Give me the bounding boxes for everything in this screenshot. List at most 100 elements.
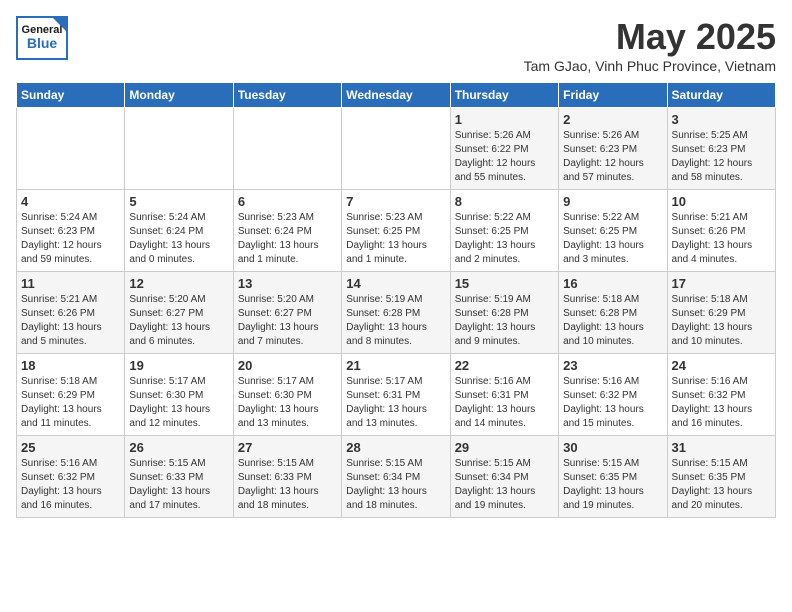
day-number: 11 [21, 276, 120, 291]
day-number: 26 [129, 440, 228, 455]
calendar-cell: 3Sunrise: 5:25 AM Sunset: 6:23 PM Daylig… [667, 108, 775, 190]
calendar-header-row: SundayMondayTuesdayWednesdayThursdayFrid… [17, 83, 776, 108]
day-info: Sunrise: 5:26 AM Sunset: 6:22 PM Dayligh… [455, 129, 554, 185]
calendar-cell: 21 Sunrise: 5:17 AM Sunset: 6:31 PM Dayli… [342, 354, 450, 436]
day-number: 4 [21, 194, 120, 209]
calendar-cell [125, 108, 233, 190]
calendar-cell: 17 Sunrise: 5:18 AM Sunset: 6:29 PM Dayli… [667, 272, 775, 354]
calendar-cell: 28 Sunrise: 5:15 AM Sunset: 6:34 PM Dayli… [342, 436, 450, 518]
calendar-cell: 19 Sunrise: 5:17 AM Sunset: 6:30 PM Dayli… [125, 354, 233, 436]
day-number: 14 [346, 276, 445, 291]
calendar-cell: 10 Sunrise: 5:21 AM Sunset: 6:26 PM Dayli… [667, 190, 775, 272]
calendar-cell: 13 Sunrise: 5:20 AM Sunset: 6:27 PM Dayli… [233, 272, 341, 354]
logo: General Blue [16, 16, 68, 60]
calendar-cell: 14 Sunrise: 5:19 AM Sunset: 6:28 PM Dayli… [342, 272, 450, 354]
calendar-cell: 4 Sunrise: 5:24 AM Sunset: 6:23 PM Daylig… [17, 190, 125, 272]
calendar-cell: 16Sunrise: 5:18 AM Sunset: 6:28 PM Dayli… [559, 272, 667, 354]
day-info: Sunrise: 5:24 AM Sunset: 6:23 PM Dayligh… [21, 211, 120, 267]
day-info: Sunrise: 5:16 AM Sunset: 6:32 PM Dayligh… [21, 457, 120, 513]
calendar-cell: 8 Sunrise: 5:22 AM Sunset: 6:25 PM Daylig… [450, 190, 558, 272]
day-info: Sunrise: 5:17 AM Sunset: 6:30 PM Dayligh… [129, 375, 228, 431]
calendar-cell: 27Sunrise: 5:15 AM Sunset: 6:33 PM Dayli… [233, 436, 341, 518]
calendar-week-3: 11 Sunrise: 5:21 AM Sunset: 6:26 PM Dayli… [17, 272, 776, 354]
day-info: Sunrise: 5:19 AM Sunset: 6:28 PM Dayligh… [346, 293, 445, 349]
day-info: Sunrise: 5:22 AM Sunset: 6:25 PM Dayligh… [455, 211, 554, 267]
day-number: 18 [21, 358, 120, 373]
calendar-cell: 31 Sunrise: 5:15 AM Sunset: 6:35 PM Dayli… [667, 436, 775, 518]
month-title: May 2025 [524, 16, 776, 58]
calendar-week-5: 25 Sunrise: 5:16 AM Sunset: 6:32 PM Dayli… [17, 436, 776, 518]
weekday-header-thursday: Thursday [450, 83, 558, 108]
day-number: 15 [455, 276, 554, 291]
day-number: 13 [238, 276, 337, 291]
calendar-cell: 30Sunrise: 5:15 AM Sunset: 6:35 PM Dayli… [559, 436, 667, 518]
calendar-table: SundayMondayTuesdayWednesdayThursdayFrid… [16, 82, 776, 518]
day-info: Sunrise: 5:21 AM Sunset: 6:26 PM Dayligh… [672, 211, 771, 267]
calendar-cell: 25 Sunrise: 5:16 AM Sunset: 6:32 PM Dayli… [17, 436, 125, 518]
calendar-cell: 2 Sunrise: 5:26 AM Sunset: 6:23 PM Daylig… [559, 108, 667, 190]
day-number: 20 [238, 358, 337, 373]
day-number: 21 [346, 358, 445, 373]
calendar-cell: 20 Sunrise: 5:17 AM Sunset: 6:30 PM Dayli… [233, 354, 341, 436]
calendar-week-2: 4 Sunrise: 5:24 AM Sunset: 6:23 PM Daylig… [17, 190, 776, 272]
day-number: 5 [129, 194, 228, 209]
day-info: Sunrise: 5:22 AM Sunset: 6:25 PM Dayligh… [563, 211, 662, 267]
title-block: May 2025 Tam GJao, Vinh Phuc Province, V… [524, 16, 776, 74]
day-info: Sunrise: 5:16 AM Sunset: 6:31 PM Dayligh… [455, 375, 554, 431]
calendar-cell: 5 Sunrise: 5:24 AM Sunset: 6:24 PM Daylig… [125, 190, 233, 272]
day-number: 28 [346, 440, 445, 455]
calendar-cell: 9 Sunrise: 5:22 AM Sunset: 6:25 PM Daylig… [559, 190, 667, 272]
day-info: Sunrise: 5:26 AM Sunset: 6:23 PM Dayligh… [563, 129, 662, 185]
day-info: Sunrise: 5:25 AM Sunset: 6:23 PM Dayligh… [672, 129, 771, 185]
location: Tam GJao, Vinh Phuc Province, Vietnam [524, 58, 776, 74]
day-info: Sunrise: 5:15 AM Sunset: 6:34 PM Dayligh… [346, 457, 445, 513]
calendar-cell: 11 Sunrise: 5:21 AM Sunset: 6:26 PM Dayli… [17, 272, 125, 354]
day-info: Sunrise: 5:15 AM Sunset: 6:33 PM Dayligh… [129, 457, 228, 513]
day-number: 17 [672, 276, 771, 291]
day-info: Sunrise: 5:15 AM Sunset: 6:35 PM Dayligh… [672, 457, 771, 513]
day-info: Sunrise: 5:15 AM Sunset: 6:35 PM Dayligh… [563, 457, 662, 513]
day-number: 7 [346, 194, 445, 209]
day-number: 25 [21, 440, 120, 455]
weekday-header-tuesday: Tuesday [233, 83, 341, 108]
calendar-cell: 29Sunrise: 5:15 AM Sunset: 6:34 PM Dayli… [450, 436, 558, 518]
day-info: Sunrise: 5:18 AM Sunset: 6:29 PM Dayligh… [672, 293, 771, 349]
day-info: Sunrise: 5:15 AM Sunset: 6:33 PM Dayligh… [238, 457, 337, 513]
day-info: Sunrise: 5:21 AM Sunset: 6:26 PM Dayligh… [21, 293, 120, 349]
calendar-cell: 23Sunrise: 5:16 AM Sunset: 6:32 PM Dayli… [559, 354, 667, 436]
calendar-cell: 24Sunrise: 5:16 AM Sunset: 6:32 PM Dayli… [667, 354, 775, 436]
calendar-week-4: 18 Sunrise: 5:18 AM Sunset: 6:29 PM Dayli… [17, 354, 776, 436]
day-number: 1 [455, 112, 554, 127]
day-info: Sunrise: 5:24 AM Sunset: 6:24 PM Dayligh… [129, 211, 228, 267]
calendar-cell: 6Sunrise: 5:23 AM Sunset: 6:24 PM Daylig… [233, 190, 341, 272]
day-number: 10 [672, 194, 771, 209]
weekday-header-sunday: Sunday [17, 83, 125, 108]
day-info: Sunrise: 5:19 AM Sunset: 6:28 PM Dayligh… [455, 293, 554, 349]
day-number: 19 [129, 358, 228, 373]
day-number: 31 [672, 440, 771, 455]
day-info: Sunrise: 5:18 AM Sunset: 6:29 PM Dayligh… [21, 375, 120, 431]
day-number: 9 [563, 194, 662, 209]
weekday-header-wednesday: Wednesday [342, 83, 450, 108]
day-info: Sunrise: 5:17 AM Sunset: 6:31 PM Dayligh… [346, 375, 445, 431]
calendar-cell [17, 108, 125, 190]
calendar-cell: 1 Sunrise: 5:26 AM Sunset: 6:22 PM Daylig… [450, 108, 558, 190]
calendar-cell: 12Sunrise: 5:20 AM Sunset: 6:27 PM Dayli… [125, 272, 233, 354]
day-info: Sunrise: 5:18 AM Sunset: 6:28 PM Dayligh… [563, 293, 662, 349]
calendar-cell: 7Sunrise: 5:23 AM Sunset: 6:25 PM Daylig… [342, 190, 450, 272]
day-info: Sunrise: 5:17 AM Sunset: 6:30 PM Dayligh… [238, 375, 337, 431]
day-info: Sunrise: 5:20 AM Sunset: 6:27 PM Dayligh… [129, 293, 228, 349]
day-info: Sunrise: 5:16 AM Sunset: 6:32 PM Dayligh… [563, 375, 662, 431]
logo-blue-text: Blue [27, 36, 57, 51]
weekday-header-saturday: Saturday [667, 83, 775, 108]
day-info: Sunrise: 5:20 AM Sunset: 6:27 PM Dayligh… [238, 293, 337, 349]
day-info: Sunrise: 5:15 AM Sunset: 6:34 PM Dayligh… [455, 457, 554, 513]
weekday-header-monday: Monday [125, 83, 233, 108]
weekday-header-friday: Friday [559, 83, 667, 108]
day-number: 6 [238, 194, 337, 209]
day-number: 2 [563, 112, 662, 127]
calendar-cell [342, 108, 450, 190]
day-number: 8 [455, 194, 554, 209]
calendar-week-1: 1 Sunrise: 5:26 AM Sunset: 6:22 PM Daylig… [17, 108, 776, 190]
page-header: General Blue May 2025 Tam GJao, Vinh Phu… [16, 16, 776, 74]
